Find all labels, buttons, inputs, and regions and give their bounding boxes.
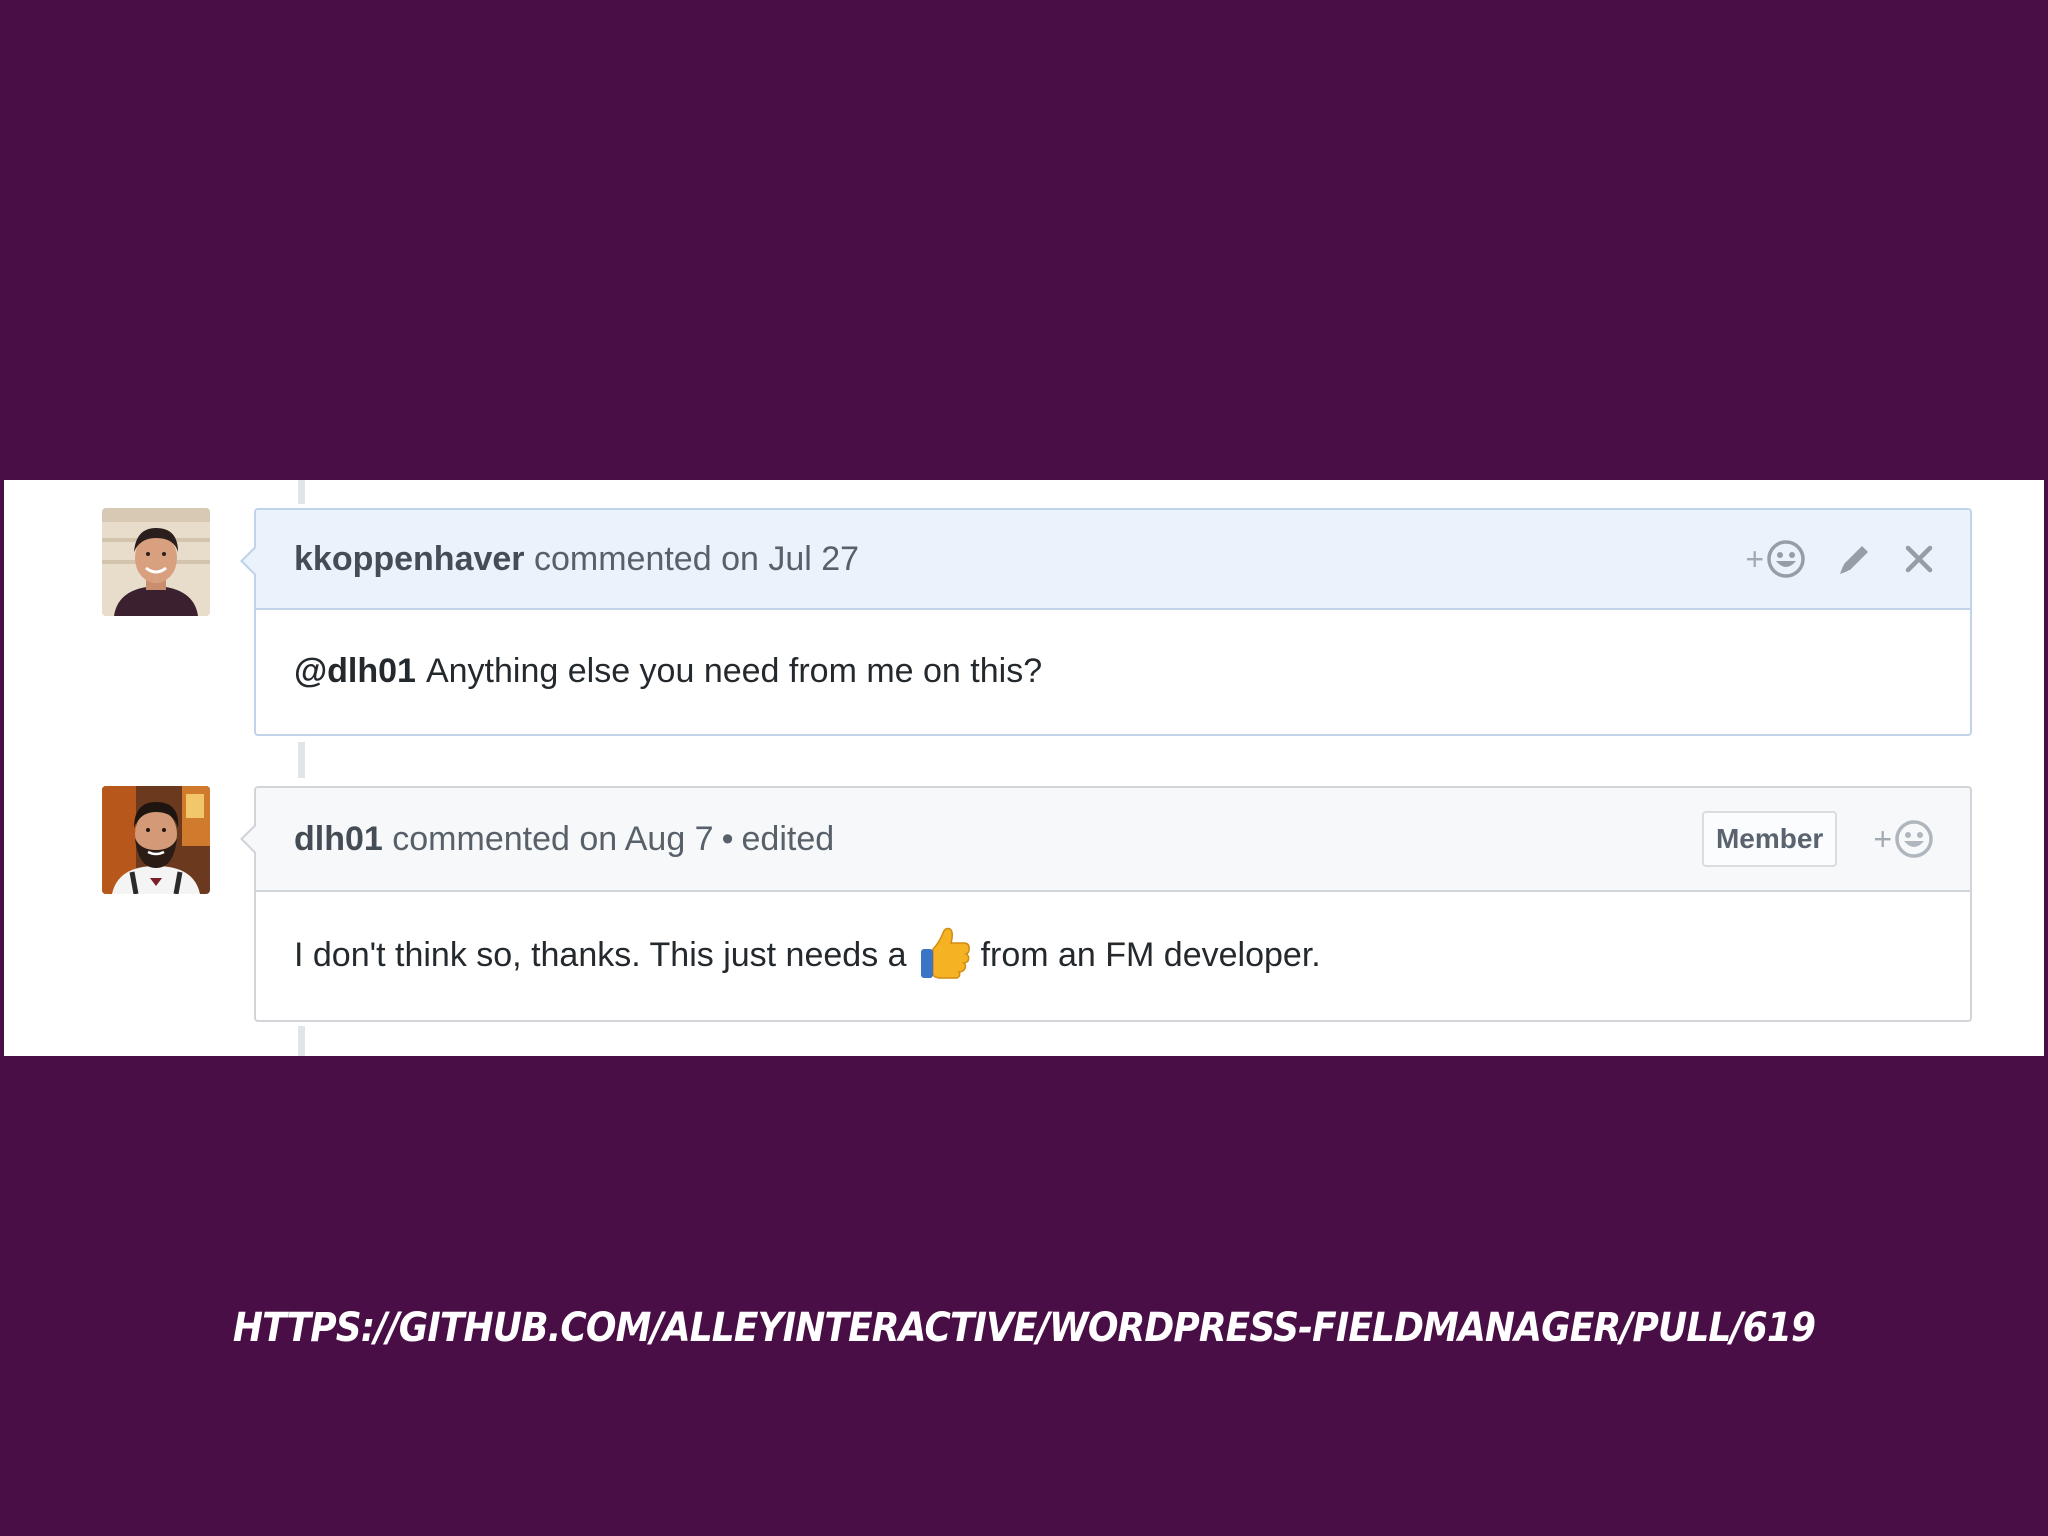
timeline-line [298,1026,305,1056]
member-badge: Member [1701,811,1838,867]
delete-button[interactable] [1904,544,1934,574]
comment-actions: Member + [1701,811,1934,867]
comment-body: @dlh01 Anything else you need from me on… [256,610,1970,732]
comment-date[interactable]: commented on Aug 7 [392,820,713,858]
thumbs-up-icon [920,927,970,979]
add-reaction-button[interactable]: + [1873,819,1934,859]
comment-kkoppenhaver: kkoppenhaver commented on Jul 27 + @dlh0… [240,508,1972,736]
pencil-icon [1840,546,1868,574]
smiley-icon [1895,820,1933,858]
comment-date[interactable]: commented on Jul 27 [534,540,859,578]
comment-header: kkoppenhaver commented on Jul 27 + [240,510,1970,610]
comment-text: Anything else you need from me on this? [425,651,1043,690]
comment-text: from an FM developer. [980,935,1321,974]
timeline-line [298,742,305,778]
comment-dlh01: dlh01 commented on Aug 7 • edited Member +… [240,786,1972,1022]
timeline-line [298,480,305,504]
bullet-separator: • [721,819,734,858]
add-reaction-button[interactable]: + [1745,539,1806,579]
author-link[interactable]: kkoppenhaver [294,540,525,578]
github-comments-screenshot: kkoppenhaver commented on Jul 27 + @dlh0… [4,480,2044,1056]
comment-body: I don't think so, thanks. This just need… [256,892,1970,1018]
author-link[interactable]: dlh01 [294,820,383,858]
comment-caret [240,824,256,854]
comment-caret [240,546,256,576]
avatar-dlh01[interactable] [102,786,210,894]
comment-header-text: dlh01 commented on Aug 7 • edited [294,820,834,859]
avatar-kkoppenhaver[interactable] [102,508,210,616]
plus-icon: + [1873,821,1892,857]
edited-dropdown[interactable]: edited [742,820,835,858]
smiley-icon [1767,540,1805,578]
comment-header-text: kkoppenhaver commented on Jul 27 [294,540,859,579]
comment-header: dlh01 commented on Aug 7 • edited Member + [240,788,1970,892]
user-mention[interactable]: @dlh01 [294,652,416,691]
source-url: HTTPS://GITHUB.COM/ALLEYINTERACTIVE/WORD… [232,1305,1816,1351]
comment-actions: + [1745,539,1934,579]
comment-text: I don't think so, thanks. This just need… [294,935,907,974]
plus-icon: + [1745,541,1764,577]
edit-button[interactable] [1836,540,1874,578]
close-icon [1905,545,1933,573]
